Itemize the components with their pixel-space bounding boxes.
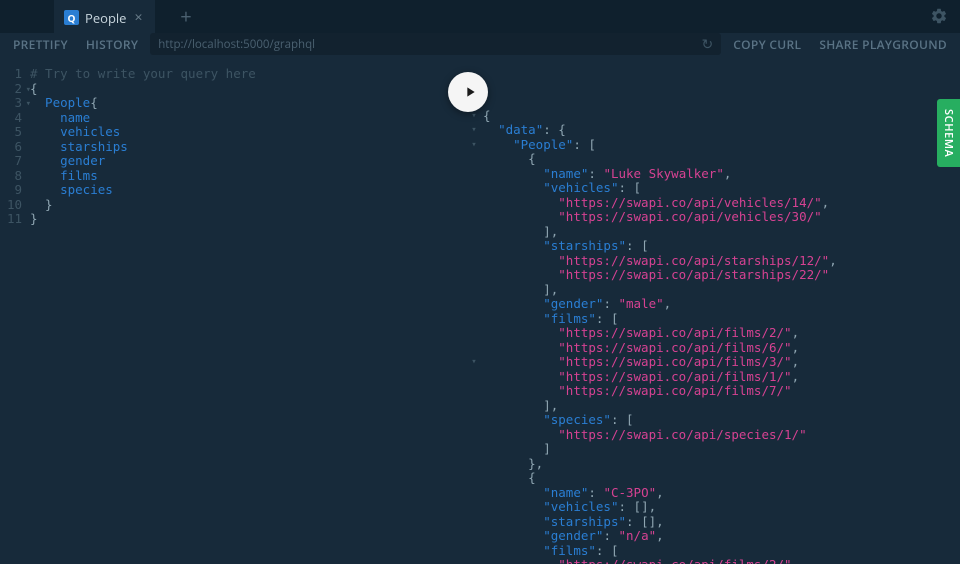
prettify-button[interactable]: PRETTIFY (7, 33, 74, 55)
reload-icon[interactable]: ↻ (702, 35, 714, 54)
share-playground-button[interactable]: SHARE PLAYGROUND (813, 33, 953, 55)
tab-label: People (85, 9, 126, 27)
editor-area: 1 2▾ 3▾ 4 5 6 7 8 9 10 11 # Try to write… (0, 55, 960, 564)
schema-tab[interactable]: SCHEMA (937, 99, 960, 167)
line-gutter: 1 2▾ 3▾ 4 5 6 7 8 9 10 11 (0, 67, 30, 564)
gear-icon[interactable] (930, 7, 948, 31)
endpoint-url: http://localhost:5000/graphql (158, 37, 315, 52)
fold-caret-icon[interactable]: ▾ (26, 97, 31, 112)
close-icon[interactable]: × (132, 8, 144, 27)
execute-button[interactable] (448, 72, 488, 112)
fold-caret-icon[interactable]: ▾ (26, 83, 31, 98)
add-tab-button[interactable]: + (170, 0, 203, 33)
json-content: { "data": { "People": [ { "name": "Luke … (468, 109, 960, 564)
endpoint-input[interactable]: http://localhost:5000/graphql ↻ (150, 33, 721, 55)
fold-gutter: ▾▾▾▾ ▾ ▾ ▾ (468, 65, 480, 564)
toolbar: PRETTIFY HISTORY http://localhost:5000/g… (0, 33, 960, 55)
query-code[interactable]: # Try to write your query here{ People{ … (30, 67, 468, 564)
history-button[interactable]: HISTORY (80, 33, 144, 55)
tab-people[interactable]: Q People × (54, 0, 155, 33)
tabs-bar: Q People × + (0, 0, 960, 33)
query-editor[interactable]: 1 2▾ 3▾ 4 5 6 7 8 9 10 11 # Try to write… (0, 55, 468, 564)
copy-curl-button[interactable]: COPY CURL (727, 33, 807, 55)
tab-type-icon: Q (64, 10, 79, 25)
response-viewer[interactable]: ▾▾▾▾ ▾ ▾ ▾ { "data": { "People": [ { "na… (468, 55, 960, 564)
